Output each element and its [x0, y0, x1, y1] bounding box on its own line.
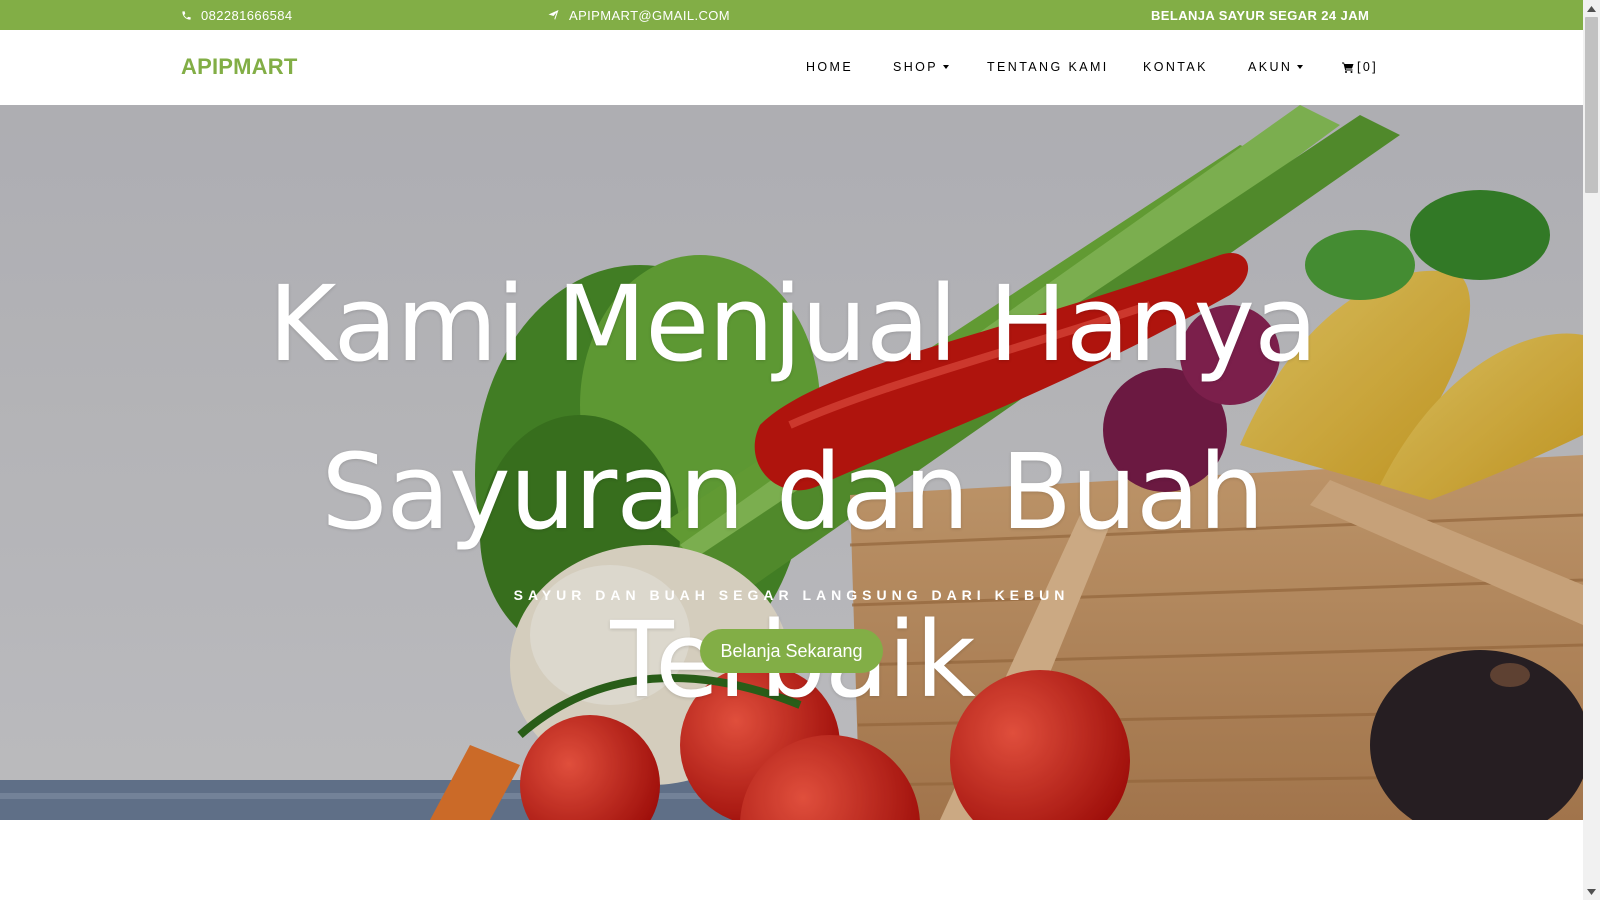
nav-tentang-kami[interactable]: TENTANG KAMI — [987, 60, 1109, 74]
caret-down-icon — [1297, 65, 1304, 69]
nav-cart[interactable]: [0] — [1342, 60, 1378, 74]
shop-now-button[interactable]: Belanja Sekarang — [700, 629, 883, 673]
email-address: APIPMART@GMAIL.COM — [569, 7, 731, 23]
vertical-scrollbar[interactable] — [1583, 0, 1600, 900]
nav-home[interactable]: HOME — [806, 60, 853, 74]
contact-phone: 082281666584 — [181, 0, 293, 30]
hero-subtitle: SAYUR DAN BUAH SEGAR LANGSUNG DARI KEBUN — [513, 587, 1070, 603]
nav-kontak[interactable]: KONTAK — [1143, 60, 1208, 74]
paper-plane-icon — [547, 9, 560, 21]
scroll-up-arrow-icon[interactable] — [1583, 0, 1600, 17]
nav-akun-label: AKUN — [1248, 60, 1293, 74]
nav-shop-label: SHOP — [893, 60, 939, 74]
phone-number: 082281666584 — [201, 7, 293, 23]
main-navbar: APIPMART HOME SHOP TENTANG KAMI KONTAK A… — [0, 30, 1583, 105]
cart-icon — [1342, 62, 1354, 73]
nav-shop[interactable]: SHOP — [893, 60, 950, 74]
brand-logo[interactable]: APIPMART — [181, 54, 298, 80]
nav-kontak-label: KONTAK — [1143, 60, 1208, 74]
scrollbar-thumb[interactable] — [1585, 17, 1598, 193]
top-info-bar: 082281666584 APIPMART@GMAIL.COM BELANJA … — [0, 0, 1583, 30]
promo-text: BELANJA SAYUR SEGAR 24 JAM — [1151, 7, 1370, 23]
page: 082281666584 APIPMART@GMAIL.COM BELANJA … — [0, 0, 1600, 900]
nav-akun[interactable]: AKUN — [1248, 60, 1304, 74]
caret-down-icon — [943, 65, 950, 69]
nav-tentang-kami-label: TENTANG KAMI — [987, 60, 1109, 74]
scroll-down-arrow-icon[interactable] — [1583, 883, 1600, 900]
cart-count: [0] — [1357, 60, 1379, 74]
nav-home-label: HOME — [806, 60, 854, 74]
phone-icon — [181, 10, 192, 21]
hero-banner: Kami Menjual Hanya Sayuran dan Buah Terb… — [0, 105, 1583, 820]
contact-email: APIPMART@GMAIL.COM — [547, 0, 730, 30]
